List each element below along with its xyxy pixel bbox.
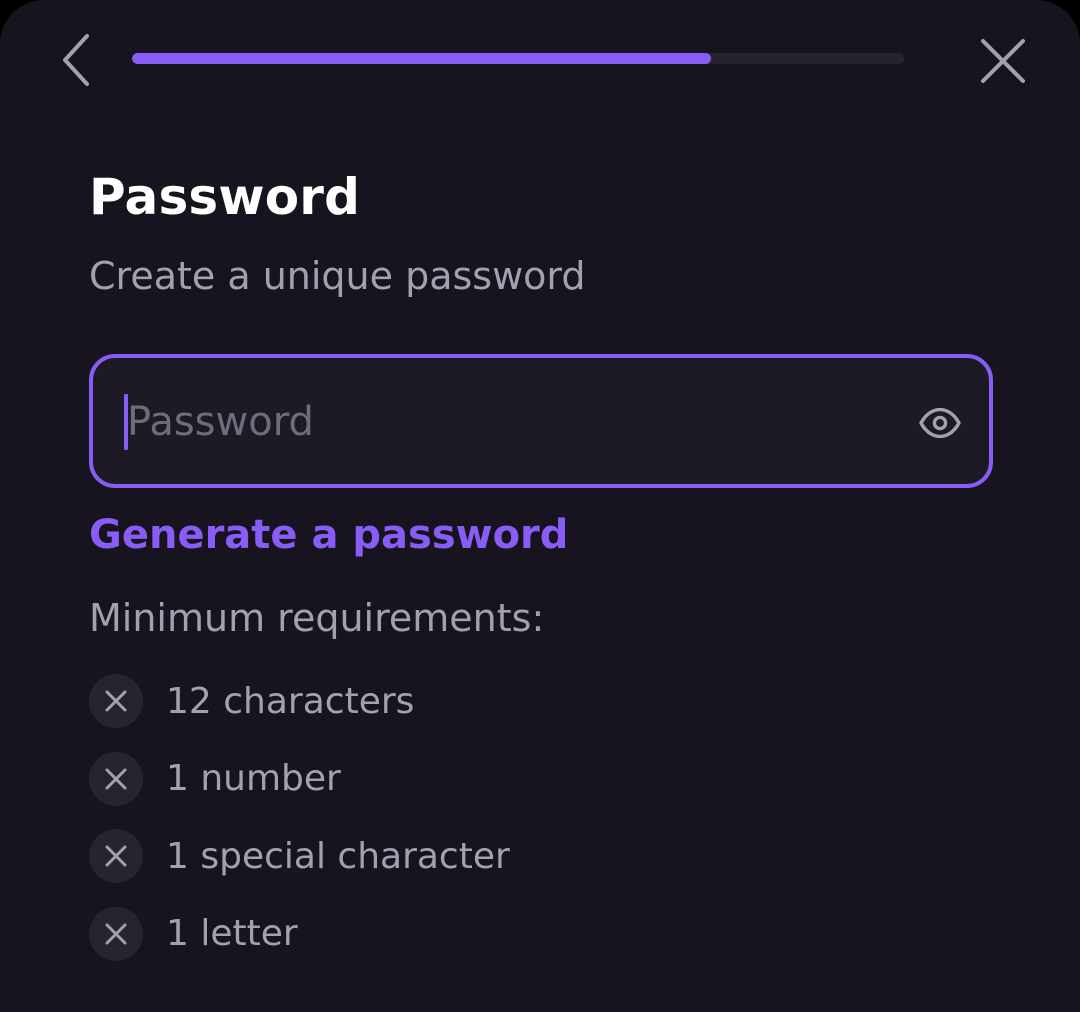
page-subtitle: Create a unique password: [89, 254, 586, 298]
requirement-label: 1 number: [166, 758, 341, 799]
chevron-left-icon: [63, 34, 89, 86]
close-icon: [981, 39, 1025, 83]
x-icon: [105, 923, 127, 944]
requirement-item: 12 characters: [89, 674, 510, 728]
requirement-status-badge: [89, 906, 143, 961]
requirement-item: 1 special character: [89, 829, 510, 883]
progress-bar: [132, 53, 904, 64]
generate-password-link[interactable]: Generate a password: [89, 512, 568, 558]
eye-icon: [919, 408, 961, 438]
close-button[interactable]: [972, 30, 1034, 92]
password-sheet: Password Create a unique password Genera…: [0, 0, 1080, 1012]
requirements-heading: Minimum requirements:: [89, 596, 545, 640]
password-input[interactable]: [127, 384, 887, 460]
requirement-status-badge: [89, 751, 143, 806]
requirement-status-badge: [89, 674, 143, 728]
x-icon: [105, 845, 127, 867]
requirement-label: 1 letter: [166, 913, 298, 954]
requirement-status-badge: [89, 829, 143, 883]
requirements-list: 12 characters 1 number 1 special charact…: [89, 674, 510, 984]
requirement-item: 1 letter: [89, 906, 510, 961]
back-button[interactable]: [50, 28, 102, 92]
requirement-label: 12 characters: [166, 680, 415, 722]
password-field[interactable]: [89, 354, 993, 488]
x-icon: [105, 768, 127, 789]
x-icon: [105, 690, 127, 712]
show-password-toggle[interactable]: [911, 394, 969, 452]
progress-bar-fill: [132, 53, 711, 64]
page-title: Password: [89, 168, 361, 226]
requirement-label: 1 special character: [166, 835, 510, 877]
requirement-item: 1 number: [89, 751, 510, 806]
